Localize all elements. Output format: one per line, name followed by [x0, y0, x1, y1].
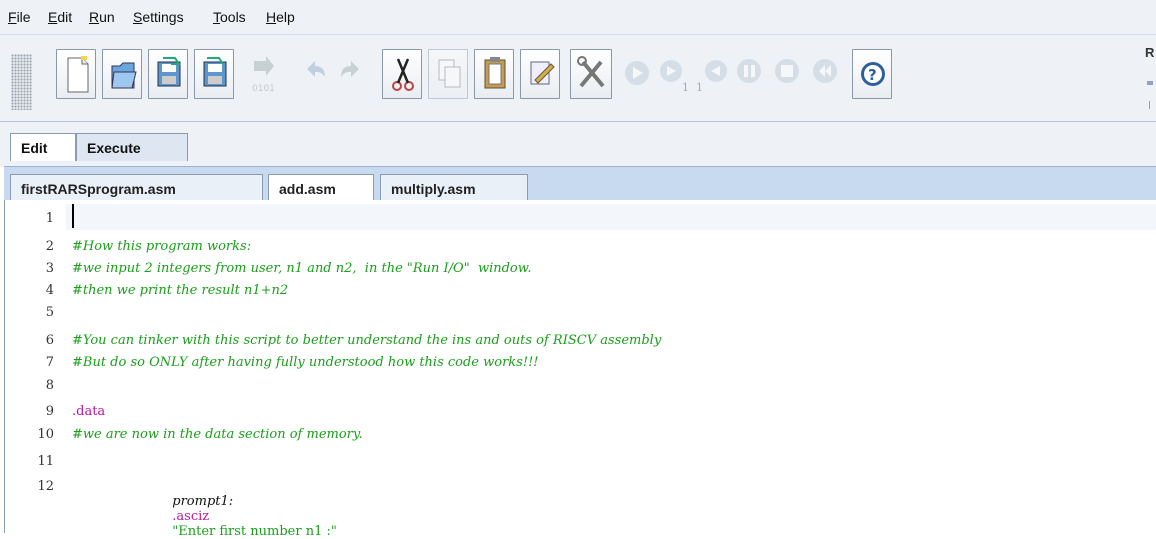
- cut-button[interactable]: [382, 49, 422, 99]
- help-icon: ?: [861, 62, 885, 86]
- code-line-12: prompt1: .asciz "Enter first number n1 :…: [164, 479, 337, 539]
- svg-text:0101: 0101: [252, 84, 275, 94]
- line-number: 11: [37, 454, 54, 469]
- code-line-6: #You can tinker with this script to bett…: [72, 333, 662, 348]
- save-icon: [157, 57, 181, 87]
- code-string-literal: "Enter first number n1 :": [172, 524, 337, 539]
- code-line-3: #we input 2 integers from user, n1 and n…: [72, 261, 532, 276]
- find-replace-button[interactable]: [520, 49, 560, 99]
- cut-icon: [392, 58, 414, 91]
- line-number: 10: [37, 427, 54, 442]
- line-number: 6: [45, 333, 54, 348]
- run-button[interactable]: [620, 49, 654, 99]
- copy-button[interactable]: [428, 49, 468, 99]
- tab-execute[interactable]: Execute: [76, 133, 188, 161]
- save-as-button[interactable]: [194, 49, 234, 99]
- line-number: 1: [45, 211, 54, 226]
- step-button[interactable]: 1: [656, 49, 692, 99]
- code-line-2: #How this program works:: [72, 239, 252, 254]
- open-folder-icon: [111, 62, 137, 89]
- assemble-icon: 0101: [252, 56, 275, 94]
- paste-icon: [484, 57, 506, 89]
- menu-run[interactable]: Run: [89, 9, 115, 25]
- toolbar-separator: [0, 121, 1156, 122]
- svg-text:?: ?: [868, 66, 877, 84]
- toolbar-grip[interactable]: [11, 54, 32, 110]
- paste-button[interactable]: [474, 49, 514, 99]
- toolbar-overflow-mark: [1147, 81, 1153, 85]
- open-file-button[interactable]: [102, 49, 142, 99]
- line-number: 9: [45, 404, 54, 419]
- line-number: 8: [45, 378, 54, 393]
- step-icon: 1: [660, 60, 689, 94]
- tools-icon: [577, 56, 605, 88]
- menu-help[interactable]: Help: [266, 9, 295, 25]
- assemble-button[interactable]: 0101: [242, 49, 282, 99]
- backstep-icon: 1: [696, 60, 727, 94]
- code-label-prompt1: prompt1:: [172, 494, 234, 509]
- tab-edit[interactable]: Edit: [10, 133, 76, 161]
- new-file-icon: [67, 56, 89, 93]
- text-caret: [72, 204, 74, 228]
- save-button[interactable]: [148, 49, 188, 99]
- line-number-gutter: 1 2 3 4 5 6 7 8 9 10 11 12: [6, 204, 58, 533]
- code-directive-asciz: .asciz: [172, 509, 210, 524]
- menu-file[interactable]: File: [8, 9, 31, 25]
- code-line-10: #we are now in the data section of memor…: [72, 427, 363, 442]
- menu-settings[interactable]: Settings: [133, 9, 184, 25]
- copy-icon: [438, 59, 461, 88]
- new-file-button[interactable]: [56, 49, 96, 99]
- help-button[interactable]: ?: [852, 49, 892, 99]
- undo-button[interactable]: [295, 49, 331, 99]
- pause-button[interactable]: [732, 49, 766, 99]
- stop-button[interactable]: [770, 49, 804, 99]
- pause-icon: [737, 59, 761, 83]
- file-tab-strip: firstRARSprogram.asm add.asm multiply.as…: [4, 166, 1156, 201]
- file-tab-add[interactable]: add.asm: [268, 174, 374, 201]
- toolbar-overflow-text: R: [1145, 45, 1155, 60]
- file-tab-multiply[interactable]: multiply.asm: [380, 174, 528, 201]
- menu-bar: File Edit Run Settings Tools Help: [0, 0, 1156, 34]
- svg-text:1: 1: [696, 81, 703, 94]
- line-number: 2: [45, 239, 54, 254]
- current-line-highlight: [66, 204, 1156, 230]
- code-line-9: .data: [72, 404, 106, 419]
- reset-icon: [813, 59, 837, 83]
- menu-tools[interactable]: Tools: [213, 9, 246, 25]
- save-as-icon: [203, 57, 227, 87]
- line-number: 5: [45, 305, 54, 320]
- backstep-button[interactable]: 1: [694, 49, 730, 99]
- redo-button[interactable]: [335, 49, 371, 99]
- line-number: 4: [45, 283, 54, 298]
- run-icon: [625, 61, 649, 85]
- svg-text:1: 1: [682, 81, 689, 94]
- code-line-4: #then we print the result n1+n2: [72, 283, 289, 298]
- settings-tools-button[interactable]: [570, 49, 612, 99]
- reset-button[interactable]: [808, 49, 842, 99]
- find-replace-icon: [530, 61, 555, 85]
- undo-icon: [307, 61, 325, 77]
- line-number: 12: [37, 479, 54, 494]
- stop-icon: [775, 59, 799, 83]
- line-number: 3: [45, 261, 54, 276]
- main-tab-strip: Edit Execute: [0, 125, 1156, 167]
- redo-icon: [341, 61, 359, 77]
- menu-edit[interactable]: Edit: [48, 9, 72, 25]
- line-number: 7: [45, 355, 54, 370]
- file-tab-firstRARSprogram[interactable]: firstRARSprogram.asm: [10, 174, 263, 201]
- code-line-7: #But do so ONLY after having fully under…: [72, 355, 539, 370]
- toolbar-overflow-tick: [1149, 101, 1150, 109]
